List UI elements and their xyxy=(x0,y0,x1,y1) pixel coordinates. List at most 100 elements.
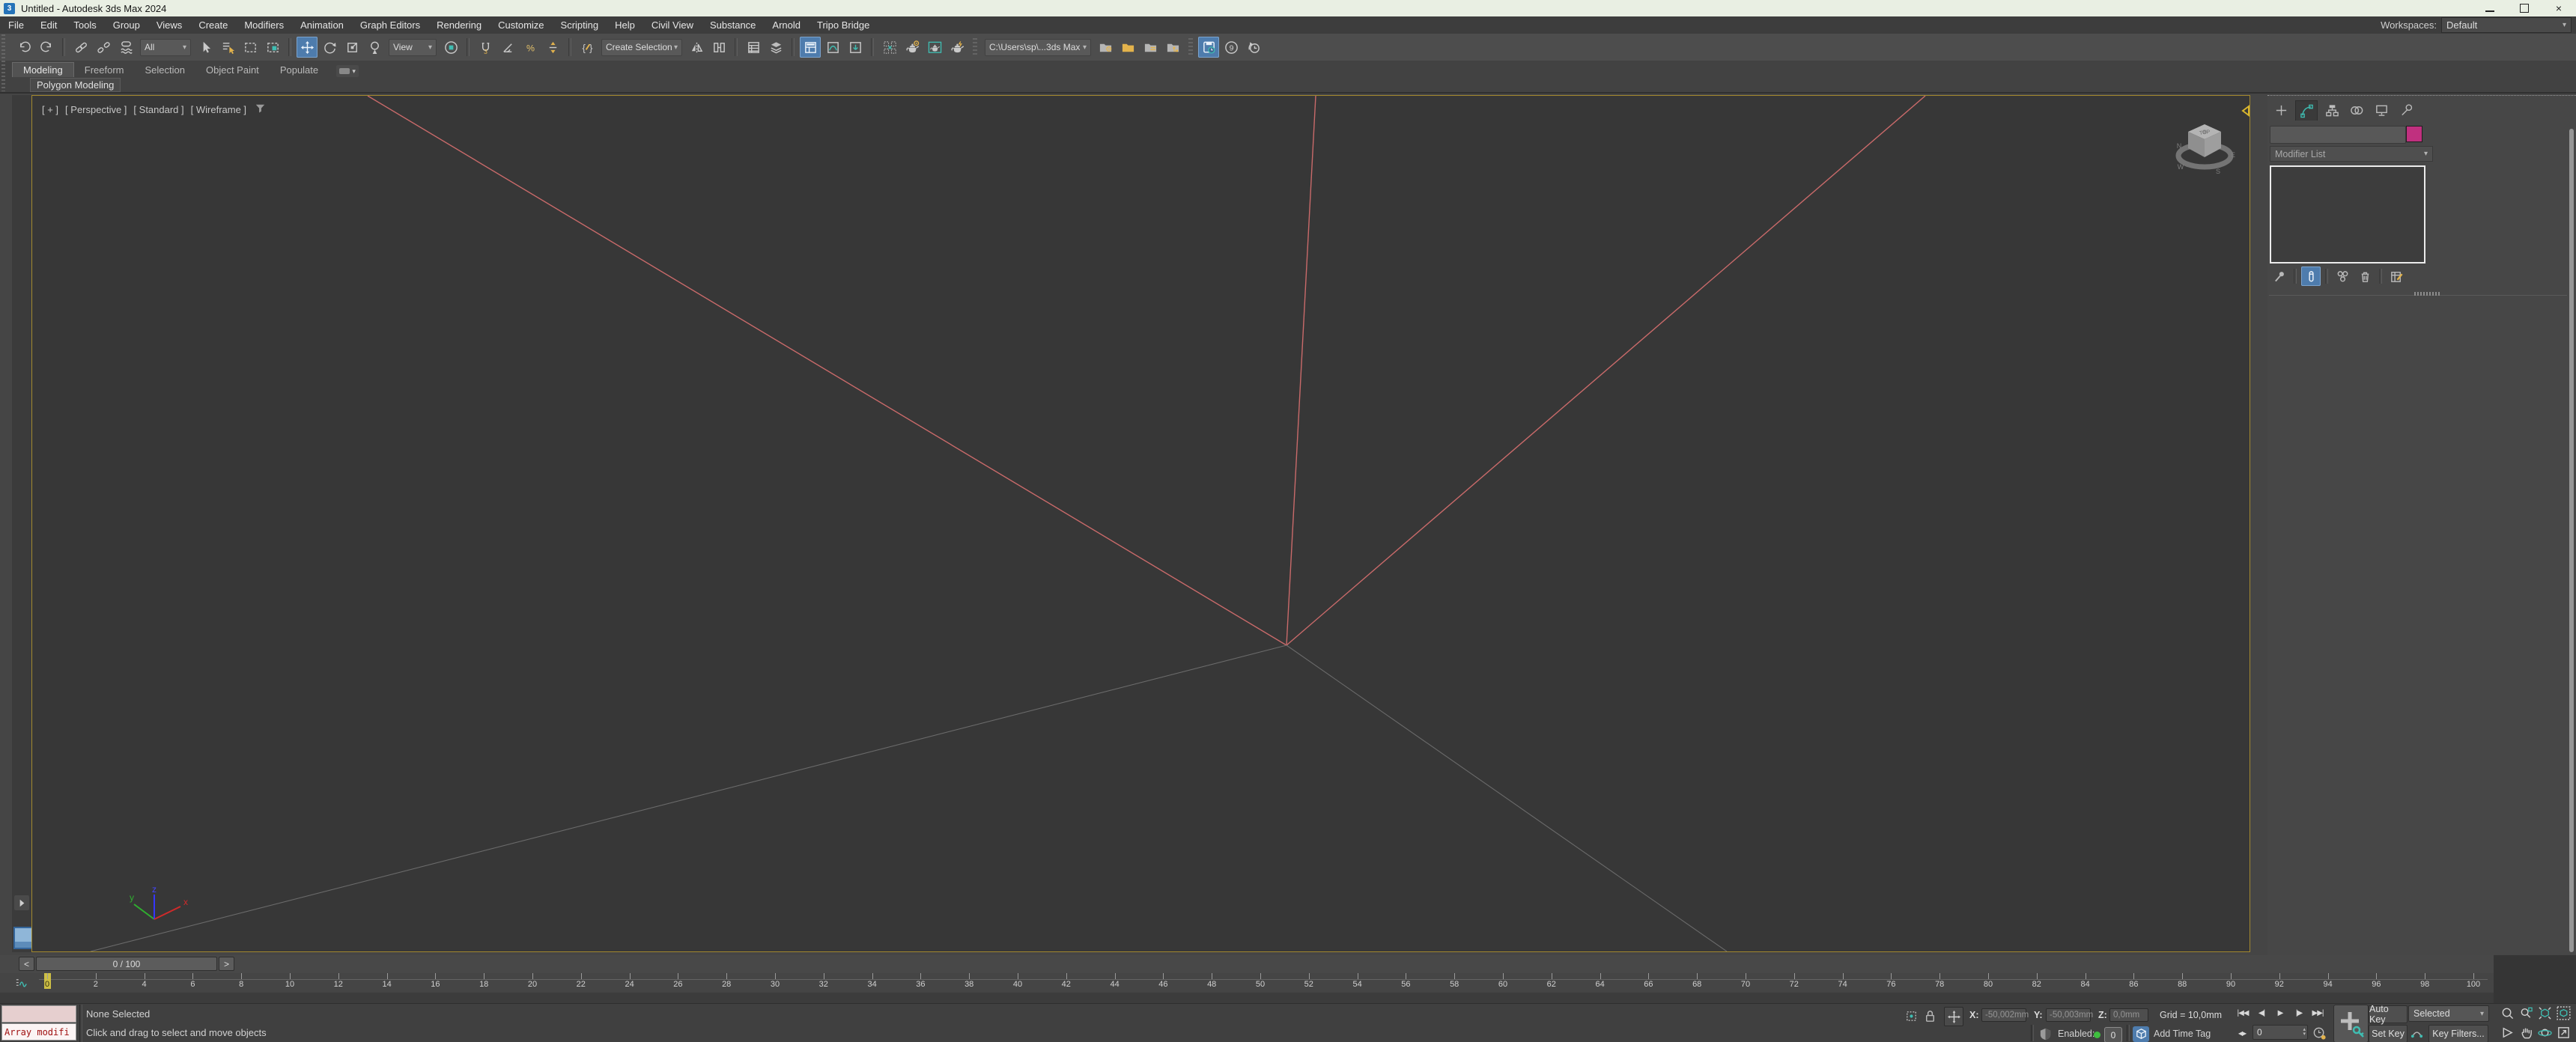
command-panel-scrollbar[interactable] xyxy=(2569,129,2574,952)
time-slider-handle[interactable]: 0 / 100 xyxy=(36,957,217,971)
schematic-view-button[interactable] xyxy=(845,37,866,58)
project-settings-button[interactable] xyxy=(1095,37,1116,58)
ribbon-tab-freeform[interactable]: Freeform xyxy=(74,63,135,77)
next-frame-button[interactable]: |▶ xyxy=(2291,1005,2307,1020)
show-end-result-button[interactable] xyxy=(2301,266,2321,286)
pin-stack-button[interactable] xyxy=(2270,266,2289,286)
command-panel-tab-hierarchy[interactable] xyxy=(2321,101,2342,121)
autosave-button[interactable] xyxy=(1198,37,1219,58)
maximize-button[interactable] xyxy=(2507,0,2542,16)
set-key-button[interactable]: Set Key xyxy=(2369,1025,2408,1042)
menu-group[interactable]: Group xyxy=(105,19,148,31)
open-project-folder-button[interactable] xyxy=(1117,37,1138,58)
project-manager-button[interactable] xyxy=(1140,37,1161,58)
align-button[interactable] xyxy=(708,37,729,58)
polygon-modeling-panel-button[interactable]: Polygon Modeling xyxy=(30,78,121,92)
modifier-list-dropdown[interactable]: Modifier List ▾ xyxy=(2270,146,2433,162)
toolbar-drag-handle[interactable] xyxy=(1,34,5,91)
maxscript-mini-listener-macro[interactable] xyxy=(1,1005,76,1023)
toggle-scene-explorer-button[interactable] xyxy=(743,37,764,58)
key-mode-toggle-button[interactable]: ◀▶ xyxy=(2236,1026,2248,1041)
viewport-splitter-arrow-icon[interactable] xyxy=(2241,105,2251,119)
zoom-all-button[interactable] xyxy=(2518,1005,2534,1021)
layout-expand-button[interactable] xyxy=(14,895,29,910)
select-and-rotate-button[interactable] xyxy=(319,37,340,58)
menu-scripting[interactable]: Scripting xyxy=(553,19,607,31)
next-frame-slider-button[interactable]: > xyxy=(219,957,234,971)
x-coordinate-field[interactable]: -50,002mm xyxy=(1981,1008,2026,1022)
field-of-view-button[interactable] xyxy=(2500,1025,2515,1041)
menu-views[interactable]: Views xyxy=(148,19,190,31)
select-and-link-button[interactable] xyxy=(70,37,91,58)
y-coordinate-field[interactable]: -50,003mm xyxy=(2046,1008,2091,1022)
remove-modifier-button[interactable] xyxy=(2355,266,2375,286)
close-button[interactable]: × xyxy=(2542,0,2576,16)
orbit-button[interactable] xyxy=(2537,1025,2553,1041)
zoom-extents-button[interactable] xyxy=(2537,1005,2553,1021)
reference-coordinate-system-dropdown[interactable]: View▾ xyxy=(389,39,437,56)
default-in-out-tangents-button[interactable] xyxy=(2408,1025,2425,1041)
selection-lock-button[interactable] xyxy=(1922,1008,1938,1024)
play-button[interactable]: ▶ xyxy=(2272,1005,2288,1020)
mirror-button[interactable] xyxy=(686,37,707,58)
angle-snap-button[interactable] xyxy=(497,37,518,58)
ribbon-tab-selection[interactable]: Selection xyxy=(135,63,195,77)
menu-modifiers[interactable]: Modifiers xyxy=(236,19,292,31)
undo-button[interactable] xyxy=(13,37,34,58)
render-setup-button[interactable] xyxy=(902,37,923,58)
z-coordinate-field[interactable]: 0,0mm xyxy=(2109,1008,2148,1022)
make-unique-button[interactable] xyxy=(2333,266,2352,286)
menu-substance[interactable]: Substance xyxy=(702,19,764,31)
menu-civil-view[interactable]: Civil View xyxy=(643,19,702,31)
add-time-tag-label[interactable]: Add Time Tag xyxy=(2154,1029,2211,1039)
select-and-move-button[interactable] xyxy=(297,37,318,58)
command-panel-tab-create[interactable] xyxy=(2270,101,2291,121)
menu-graph-editors[interactable]: Graph Editors xyxy=(352,19,428,31)
curve-editor-button[interactable] xyxy=(822,37,843,58)
object-name-field[interactable] xyxy=(2270,126,2406,144)
minimize-button[interactable] xyxy=(2473,0,2507,16)
time-configuration-button[interactable] xyxy=(2311,1025,2327,1041)
perspective-viewport[interactable]: [ + ] [ Perspective ] [ Standard ] [ Wir… xyxy=(31,95,2250,952)
ribbon-tab-modeling[interactable]: Modeling xyxy=(12,62,74,77)
autosave-interval-button[interactable]: 9 xyxy=(1221,37,1242,58)
menu-create[interactable]: Create xyxy=(190,19,236,31)
toggle-layer-explorer-button[interactable] xyxy=(765,37,786,58)
select-region-button[interactable] xyxy=(240,37,261,58)
window-crossing-button[interactable] xyxy=(262,37,283,58)
rendered-frame-window-button[interactable] xyxy=(924,37,945,58)
viewport-shading-menu[interactable]: [ Wireframe ] xyxy=(191,104,246,115)
per-view-filter-icon[interactable] xyxy=(253,101,267,118)
track-bar[interactable]: 0246810121416182022242628303234363840424… xyxy=(0,973,2494,993)
toggle-ribbon-button[interactable] xyxy=(800,37,821,58)
viewport-style-menu[interactable]: [ Standard ] xyxy=(133,104,183,115)
viewcube[interactable]: TOPNWSE xyxy=(2170,109,2239,178)
modifier-stack-list[interactable] xyxy=(2270,165,2425,263)
selection-set-dropdown[interactable]: Selected▾ xyxy=(2408,1005,2489,1022)
previous-frame-slider-button[interactable]: < xyxy=(19,957,34,971)
snap-toggle-3d-button[interactable]: 3 xyxy=(475,37,496,58)
absolute-mode-toggle[interactable] xyxy=(1944,1007,1963,1026)
object-color-swatch[interactable] xyxy=(2406,126,2422,142)
maxscript-mini-listener[interactable]: Array modifi xyxy=(1,1023,76,1041)
select-and-scale-button[interactable] xyxy=(341,37,362,58)
pan-button[interactable] xyxy=(2518,1025,2534,1041)
ribbon-minimize-button[interactable]: ▾ xyxy=(336,65,359,77)
mini-curve-editor-button[interactable] xyxy=(12,975,30,991)
menu-animation[interactable]: Animation xyxy=(292,19,352,31)
zoom-extents-all-button[interactable] xyxy=(2556,1005,2572,1021)
edit-named-selection-sets-button[interactable]: {} xyxy=(577,37,598,58)
menu-arnold[interactable]: Arnold xyxy=(764,19,809,31)
select-by-name-button[interactable] xyxy=(217,37,238,58)
project-folder-path-dropdown[interactable]: C:\Users\sp\...3ds Max 2024▾ xyxy=(985,39,1091,56)
unlink-selection-button[interactable] xyxy=(93,37,114,58)
layout-thumbnail[interactable] xyxy=(13,927,33,949)
zoom-button[interactable] xyxy=(2500,1005,2515,1021)
ribbon-tab-populate[interactable]: Populate xyxy=(270,63,329,77)
redo-button[interactable] xyxy=(36,37,57,58)
rollout-divider-handle[interactable] xyxy=(2414,292,2440,296)
menu-tools[interactable]: Tools xyxy=(65,19,104,31)
bind-to-space-warp-button[interactable] xyxy=(115,37,136,58)
set-keys-button[interactable] xyxy=(2333,1005,2369,1042)
configure-modifier-sets-button[interactable] xyxy=(2387,266,2406,286)
